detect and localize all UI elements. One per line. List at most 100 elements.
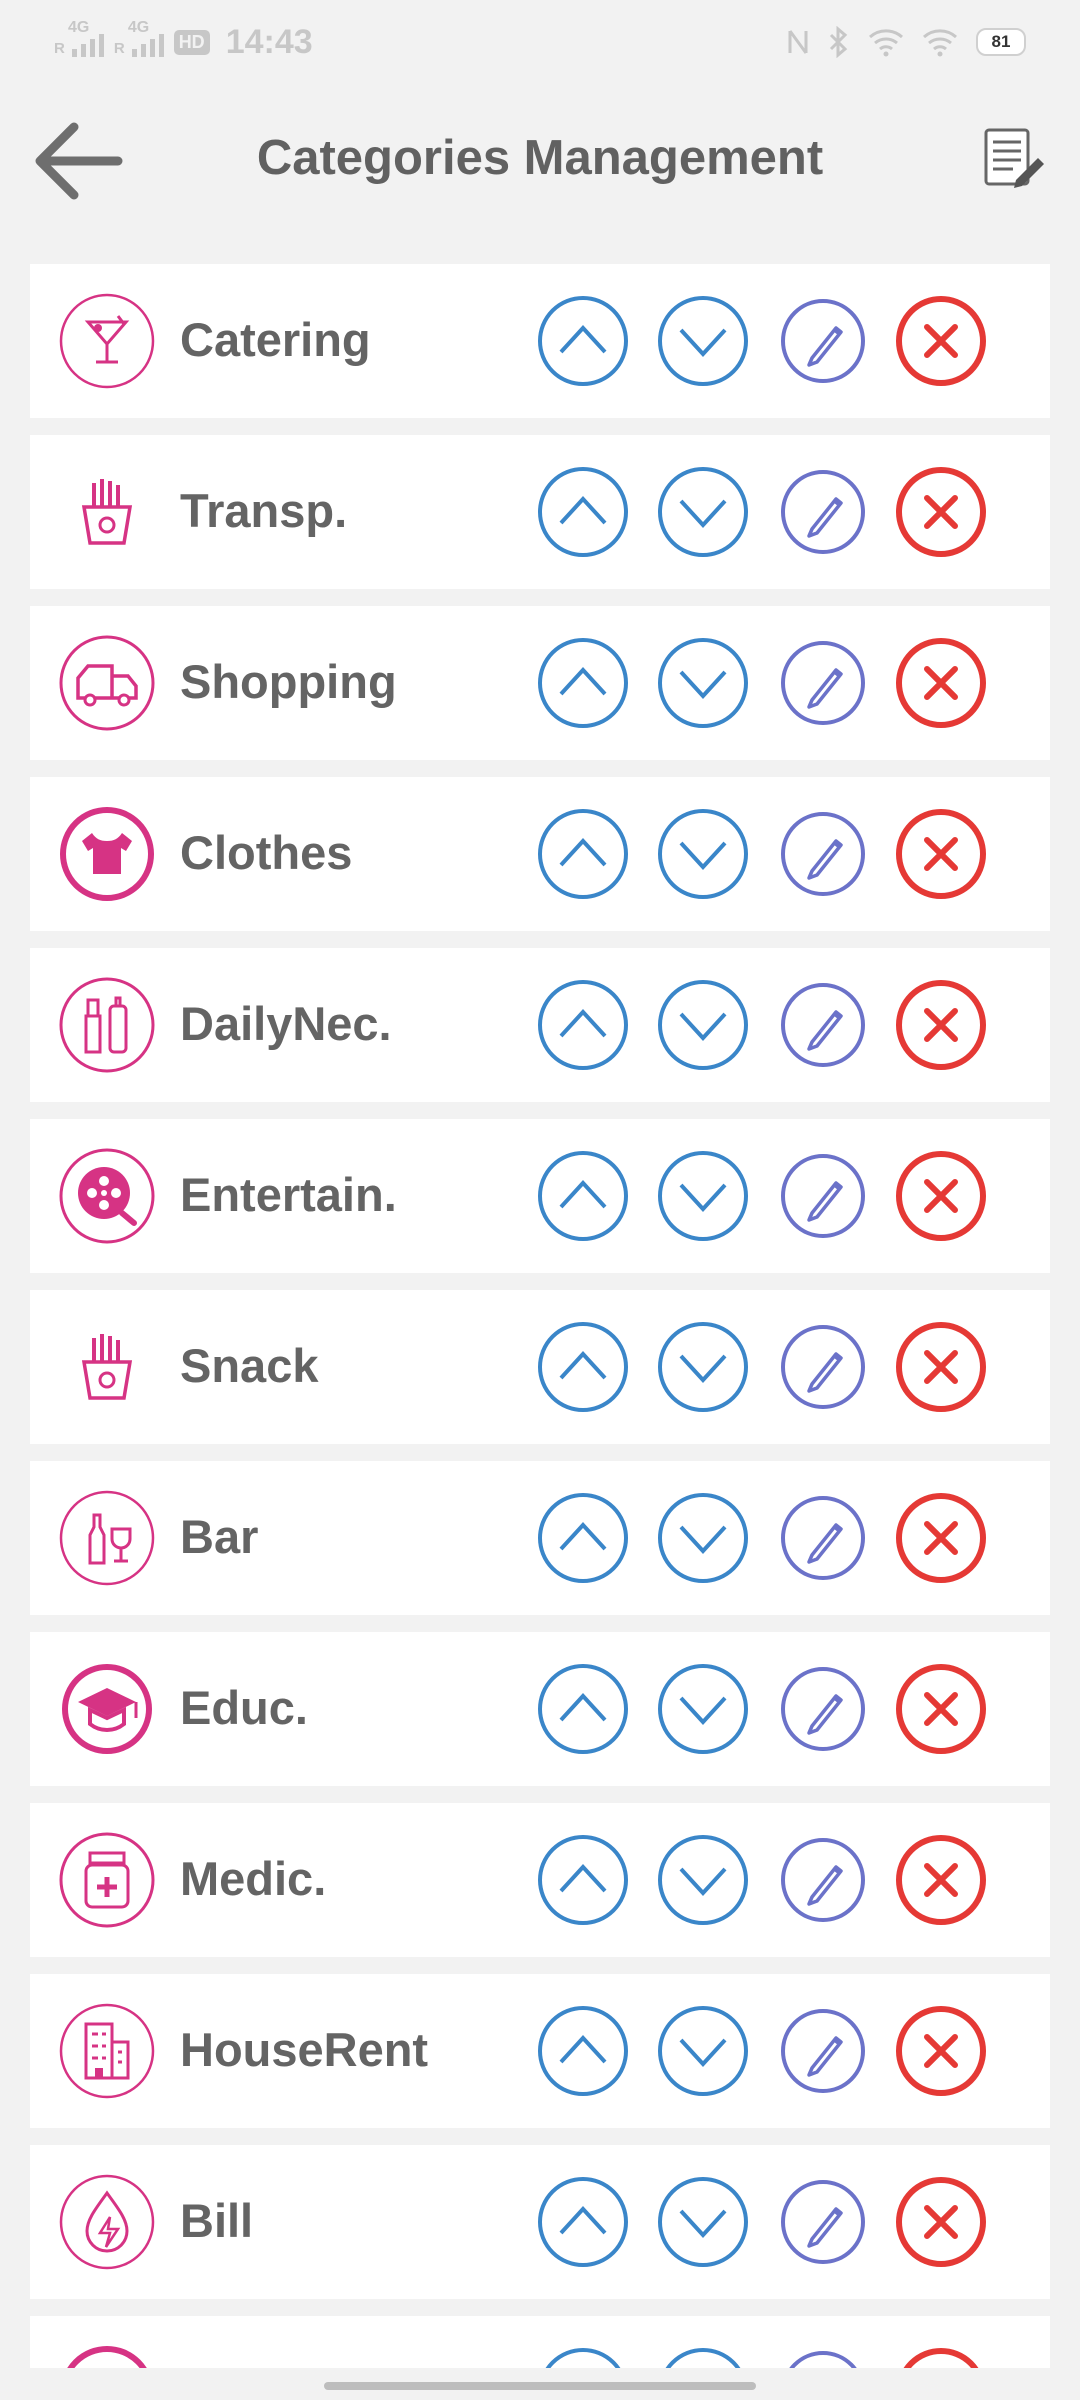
building-icon [58, 2002, 156, 2100]
delete-button[interactable] [894, 2004, 988, 2098]
pencil-circle-icon [781, 470, 865, 554]
category-row[interactable]: HouseRent [30, 1974, 1050, 2128]
film-reel-icon [58, 1147, 156, 1245]
move-down-button[interactable] [656, 1833, 750, 1927]
edit-button[interactable] [776, 1320, 870, 1414]
delete-button[interactable] [894, 465, 988, 559]
x-circle-icon [896, 467, 986, 557]
move-up-button[interactable] [536, 294, 630, 388]
edit-button[interactable] [776, 2175, 870, 2269]
move-down-button[interactable] [656, 1320, 750, 1414]
move-down-button[interactable] [656, 2004, 750, 2098]
move-down-button[interactable] [656, 465, 750, 559]
medicine-bottle-icon [58, 1831, 156, 1929]
move-down-button[interactable] [656, 294, 750, 388]
delete-button[interactable] [894, 1320, 988, 1414]
category-row[interactable]: Entertain. [30, 1119, 1050, 1273]
move-up-button[interactable] [536, 2346, 630, 2368]
category-row[interactable]: Clothes [30, 777, 1050, 931]
delete-button[interactable] [894, 2346, 988, 2368]
category-row[interactable]: Bar [30, 1461, 1050, 1615]
edit-button[interactable] [776, 1491, 870, 1585]
move-up-button[interactable] [536, 807, 630, 901]
move-down-button[interactable] [656, 636, 750, 730]
edit-button[interactable] [776, 1662, 870, 1756]
move-up-button[interactable] [536, 2175, 630, 2269]
hd-badge: HD [173, 29, 210, 55]
move-down-button[interactable] [656, 807, 750, 901]
chevron-down-circle-icon [658, 1151, 748, 1241]
category-row[interactable]: Educ. [30, 1632, 1050, 1786]
delete-button[interactable] [894, 636, 988, 730]
move-up-button[interactable] [536, 2004, 630, 2098]
category-row[interactable]: Bill [30, 2145, 1050, 2299]
delete-button[interactable] [894, 1149, 988, 1243]
category-row[interactable]: Transp. [30, 435, 1050, 589]
move-up-button[interactable] [536, 978, 630, 1072]
edit-button[interactable] [776, 636, 870, 730]
home-indicator[interactable] [324, 2382, 756, 2390]
x-circle-icon [896, 2177, 986, 2267]
delete-button[interactable] [894, 1662, 988, 1756]
delete-button[interactable] [894, 978, 988, 1072]
category-label: DailyNec. [180, 997, 392, 1050]
tshirt-icon [58, 805, 156, 903]
delete-button[interactable] [894, 807, 988, 901]
chevron-up-circle-icon [538, 2177, 628, 2267]
delete-button[interactable] [894, 294, 988, 388]
pencil-circle-icon [781, 1325, 865, 1409]
move-up-button[interactable] [536, 636, 630, 730]
move-down-button[interactable] [656, 1662, 750, 1756]
category-row[interactable]: Medic. [30, 1803, 1050, 1957]
delete-button[interactable] [894, 2175, 988, 2269]
move-up-button[interactable] [536, 1662, 630, 1756]
fries-icon [58, 1318, 156, 1416]
delete-button[interactable] [894, 1491, 988, 1585]
chevron-down-circle-icon [658, 2177, 748, 2267]
report-button[interactable] [978, 124, 1048, 194]
edit-button[interactable] [776, 978, 870, 1072]
pencil-circle-icon [781, 2009, 865, 2093]
chevron-up-circle-icon [538, 296, 628, 386]
document-edit-icon [984, 128, 1044, 188]
category-list[interactable]: Catering Transp. Shopping Clothes DailyN… [30, 264, 1050, 2368]
roaming-label: R [113, 40, 125, 57]
edit-button[interactable] [776, 807, 870, 901]
category-row[interactable] [30, 2316, 1050, 2368]
edit-button[interactable] [776, 294, 870, 388]
category-label: Snack [180, 1339, 319, 1392]
pencil-circle-icon [781, 1496, 865, 1580]
move-down-button[interactable] [656, 2346, 750, 2368]
move-up-button[interactable] [536, 1149, 630, 1243]
move-down-button[interactable] [656, 1491, 750, 1585]
network-type-label: 4G [68, 19, 90, 36]
pencil-circle-icon [781, 641, 865, 725]
category-row[interactable]: Snack [30, 1290, 1050, 1444]
chevron-up-circle-icon [538, 1664, 628, 1754]
category-label: Medic. [180, 1852, 327, 1905]
category-row[interactable]: Catering [30, 264, 1050, 418]
category-row[interactable]: Shopping [30, 606, 1050, 760]
nfc-icon [788, 30, 808, 54]
move-up-button[interactable] [536, 1833, 630, 1927]
chevron-up-circle-icon [538, 2006, 628, 2096]
edit-button[interactable] [776, 2004, 870, 2098]
edit-button[interactable] [776, 1833, 870, 1927]
move-up-button[interactable] [536, 1491, 630, 1585]
network-type-label: 4G [127, 19, 150, 36]
bluetooth-icon [829, 26, 848, 58]
move-down-button[interactable] [656, 978, 750, 1072]
chevron-down-circle-icon [665, 2348, 741, 2368]
category-label: Shopping [180, 655, 397, 708]
move-up-button[interactable] [536, 1320, 630, 1414]
chevron-up-circle-icon [538, 1835, 628, 1925]
category-row[interactable]: DailyNec. [30, 948, 1050, 1102]
delete-button[interactable] [894, 1833, 988, 1927]
move-up-button[interactable] [536, 465, 630, 559]
edit-button[interactable] [776, 1149, 870, 1243]
edit-button[interactable] [776, 2346, 870, 2368]
move-down-button[interactable] [656, 2175, 750, 2269]
move-down-button[interactable] [656, 1149, 750, 1243]
edit-button[interactable] [776, 465, 870, 559]
chevron-up-circle-icon [545, 2348, 621, 2368]
